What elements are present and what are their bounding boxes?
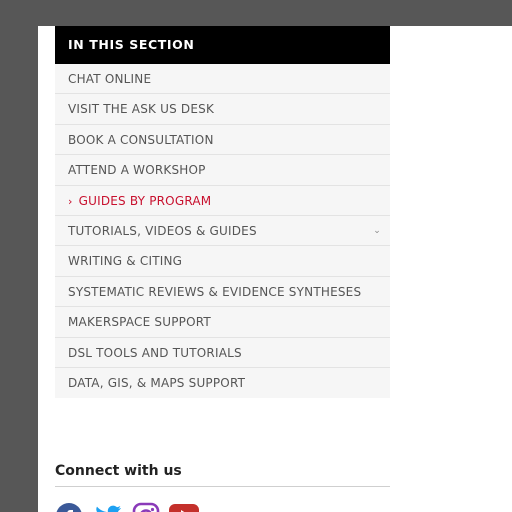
connect-title: Connect with us — [55, 463, 182, 479]
nav-item-attend-workshop[interactable]: ATTEND A WORKSHOP — [55, 155, 390, 186]
nav-item-chat-online[interactable]: CHAT ONLINE — [55, 64, 390, 95]
nav-item-makerspace-support[interactable]: MAKERSPACE SUPPORT — [55, 307, 390, 338]
nav-item-label: WRITING & CITING — [68, 254, 183, 269]
nav-item-tutorials-videos-guides[interactable]: TUTORIALS, VIDEOS & GUIDES ⌄ — [55, 216, 390, 247]
nav-item-dsl-tools[interactable]: DSL TOOLS AND TUTORIALS — [55, 338, 390, 368]
nav-item-book-consultation[interactable]: BOOK A CONSULTATION — [55, 125, 390, 156]
nav-item-label: SYSTEMATIC REVIEWS & EVIDENCE SYNTHESES — [68, 284, 362, 299]
nav-item-label: CHAT ONLINE — [68, 72, 152, 86]
nav-item-label: MAKERSPACE SUPPORT — [68, 315, 211, 330]
connect-section: Connect with us — [55, 460, 390, 487]
divider — [55, 486, 390, 487]
nav-item-label: DATA, GIS, & MAPS SUPPORT — [68, 375, 246, 390]
nav-item-writing-citing[interactable]: WRITING & CITING — [55, 246, 390, 277]
section-nav: IN THIS SECTION CHAT ONLINE VISIT THE AS… — [55, 26, 390, 399]
section-nav-list: CHAT ONLINE VISIT THE ASK US DESK BOOK A… — [55, 64, 390, 399]
nav-item-label: DSL TOOLS AND TUTORIALS — [68, 345, 242, 360]
twitter-icon[interactable] — [93, 502, 123, 512]
nav-item-data-gis-maps[interactable]: DATA, GIS, & MAPS SUPPORT — [55, 368, 390, 398]
chevron-down-icon[interactable]: ⌄ — [373, 216, 381, 246]
facebook-icon[interactable] — [55, 502, 83, 512]
nav-item-systematic-reviews[interactable]: SYSTEMATIC REVIEWS & EVIDENCE SYNTHESES — [55, 277, 390, 308]
nav-item-label: ATTEND A WORKSHOP — [68, 163, 206, 178]
nav-item-label: BOOK A CONSULTATION — [68, 132, 214, 147]
youtube-icon[interactable] — [168, 502, 200, 512]
instagram-icon[interactable] — [132, 502, 160, 512]
nav-item-guides-by-program[interactable]: › GUIDES BY PROGRAM — [55, 186, 390, 216]
chevron-right-icon: › — [68, 194, 73, 208]
section-nav-header: IN THIS SECTION — [55, 26, 390, 64]
nav-item-label: VISIT THE ASK US DESK — [68, 102, 215, 117]
nav-item-visit-ask-us-desk[interactable]: VISIT THE ASK US DESK — [55, 94, 390, 125]
nav-item-label: GUIDES BY PROGRAM — [78, 193, 212, 208]
nav-item-label: TUTORIALS, VIDEOS & GUIDES — [68, 223, 257, 238]
social-links — [55, 502, 255, 512]
